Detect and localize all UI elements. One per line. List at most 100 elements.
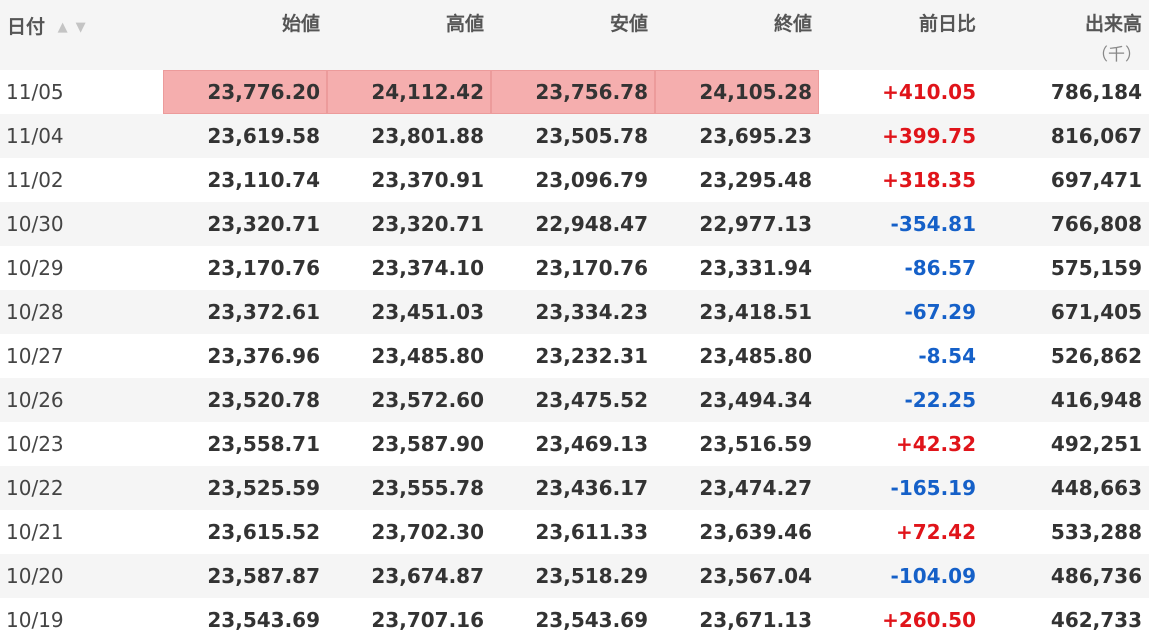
table-row: 11/04 23,619.58 23,801.88 23,505.78 23,695.2… — [0, 114, 1149, 158]
table-header: 日付 ▲ ▼ 始値 高値 安値 終値 前日比 出来高 （千） — [0, 0, 1149, 70]
change-cell: -22.25 — [904, 388, 976, 412]
table-row: 10/28 23,372.61 23,451.03 23,334.23 23,418.5… — [0, 290, 1149, 334]
open-cell: 23,615.52 — [207, 520, 320, 544]
volume-cell: 575,159 — [1050, 256, 1142, 280]
date-cell: 10/29 — [6, 256, 64, 280]
table-row: 10/30 23,320.71 23,320.71 22,948.47 22,977.1… — [0, 202, 1149, 246]
high-cell: 23,572.60 — [371, 388, 484, 412]
low-cell: 23,611.33 — [535, 520, 648, 544]
close-cell: 23,474.27 — [699, 476, 812, 500]
table-row: 10/27 23,376.96 23,485.80 23,232.31 23,485.8… — [0, 334, 1149, 378]
price-history-table: 日付 ▲ ▼ 始値 高値 安値 終値 前日比 出来高 （千） 11/05 23,77… — [0, 0, 1149, 642]
open-cell: 23,110.74 — [207, 168, 320, 192]
low-cell: 23,170.76 — [535, 256, 648, 280]
date-cell: 10/26 — [6, 388, 64, 412]
change-cell: +42.32 — [895, 432, 976, 456]
open-cell: 23,320.71 — [207, 212, 320, 236]
volume-cell: 786,184 — [1050, 80, 1142, 104]
header-row: 日付 ▲ ▼ 始値 高値 安値 終値 前日比 出来高 （千） — [0, 0, 1149, 70]
change-cell: -86.57 — [904, 256, 976, 280]
date-cell: 10/28 — [6, 300, 64, 324]
high-cell: 23,707.16 — [371, 608, 484, 632]
open-cell: 23,520.78 — [207, 388, 320, 412]
close-column-header: 終値 — [655, 0, 819, 70]
date-cell: 10/19 — [6, 608, 64, 632]
table-row: 10/22 23,525.59 23,555.78 23,436.17 23,474.2… — [0, 466, 1149, 510]
low-cell: 23,469.13 — [535, 432, 648, 456]
volume-cell: 697,471 — [1050, 168, 1142, 192]
volume-cell: 486,736 — [1050, 564, 1142, 588]
date-column-header[interactable]: 日付 ▲ ▼ — [0, 0, 163, 70]
close-cell: 23,494.34 — [699, 388, 812, 412]
date-cell: 11/04 — [6, 124, 64, 148]
high-cell: 24,112.42 — [327, 70, 491, 114]
low-cell: 23,475.52 — [535, 388, 648, 412]
table-row: 10/26 23,520.78 23,572.60 23,475.52 23,494.3… — [0, 378, 1149, 422]
low-cell: 23,232.31 — [535, 344, 648, 368]
high-column-header: 高値 — [327, 0, 491, 70]
high-cell: 23,374.10 — [371, 256, 484, 280]
table-row: 10/19 23,543.69 23,707.16 23,543.69 23,671.1… — [0, 598, 1149, 642]
volume-cell: 533,288 — [1050, 520, 1142, 544]
high-cell: 23,485.80 — [371, 344, 484, 368]
high-cell: 23,555.78 — [371, 476, 484, 500]
volume-cell: 526,862 — [1050, 344, 1142, 368]
date-cell: 10/30 — [6, 212, 64, 236]
close-header-label: 終値 — [773, 13, 812, 35]
table-row: 10/23 23,558.71 23,587.90 23,469.13 23,516.5… — [0, 422, 1149, 466]
open-cell: 23,558.71 — [207, 432, 320, 456]
change-cell: -104.09 — [890, 564, 976, 588]
date-cell: 11/02 — [6, 168, 64, 192]
table-row: 10/29 23,170.76 23,374.10 23,170.76 23,331.9… — [0, 246, 1149, 290]
date-cell: 10/21 — [6, 520, 64, 544]
close-cell: 23,485.80 — [699, 344, 812, 368]
change-cell: +410.05 — [882, 80, 976, 104]
change-cell: -8.54 — [918, 344, 976, 368]
volume-cell: 462,733 — [1050, 608, 1142, 632]
high-header-label: 高値 — [445, 13, 484, 35]
volume-column-header: 出来高 （千） — [983, 0, 1149, 70]
change-cell: +72.42 — [895, 520, 976, 544]
table-body: 11/05 23,776.20 24,112.42 23,756.78 24,105.2… — [0, 70, 1149, 642]
sort-controls: ▲ ▼ — [58, 14, 94, 36]
close-cell: 23,516.59 — [699, 432, 812, 456]
open-cell: 23,525.59 — [207, 476, 320, 500]
date-cell: 10/22 — [6, 476, 64, 500]
close-cell: 23,418.51 — [699, 300, 812, 324]
open-header-label: 始値 — [281, 13, 320, 35]
low-cell: 23,543.69 — [535, 608, 648, 632]
change-column-header: 前日比 — [819, 0, 983, 70]
open-column-header: 始値 — [163, 0, 327, 70]
sort-ascending-icon[interactable]: ▲ — [58, 20, 68, 35]
volume-cell: 816,067 — [1050, 124, 1142, 148]
open-cell: 23,776.20 — [163, 70, 327, 114]
volume-cell: 671,405 — [1050, 300, 1142, 324]
low-cell: 23,096.79 — [535, 168, 648, 192]
change-cell: +260.50 — [882, 608, 976, 632]
close-cell: 24,105.28 — [655, 70, 819, 114]
close-cell: 23,639.46 — [699, 520, 812, 544]
high-cell: 23,674.87 — [371, 564, 484, 588]
change-cell: +399.75 — [882, 124, 976, 148]
change-cell: +318.35 — [882, 168, 976, 192]
sort-descending-icon[interactable]: ▼ — [76, 20, 86, 35]
close-cell: 23,567.04 — [699, 564, 812, 588]
low-column-header: 安値 — [491, 0, 655, 70]
close-cell: 23,331.94 — [699, 256, 812, 280]
high-cell: 23,370.91 — [371, 168, 484, 192]
volume-header-label: 出来高 — [1084, 13, 1142, 35]
high-cell: 23,801.88 — [371, 124, 484, 148]
volume-cell: 448,663 — [1050, 476, 1142, 500]
open-cell: 23,619.58 — [207, 124, 320, 148]
date-cell: 10/20 — [6, 564, 64, 588]
low-cell: 23,436.17 — [535, 476, 648, 500]
volume-unit-label: （千） — [1091, 45, 1142, 65]
open-cell: 23,170.76 — [207, 256, 320, 280]
high-cell: 23,587.90 — [371, 432, 484, 456]
open-cell: 23,587.87 — [207, 564, 320, 588]
table-row: 10/20 23,587.87 23,674.87 23,518.29 23,567.0… — [0, 554, 1149, 598]
change-cell: -165.19 — [890, 476, 976, 500]
volume-cell: 492,251 — [1050, 432, 1142, 456]
table-row: 11/05 23,776.20 24,112.42 23,756.78 24,105.2… — [0, 70, 1149, 114]
close-cell: 23,295.48 — [699, 168, 812, 192]
